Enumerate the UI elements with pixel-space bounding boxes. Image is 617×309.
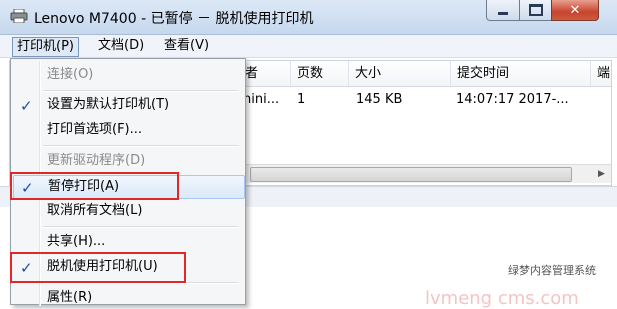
menu-item-label: 连接(O) bbox=[47, 67, 94, 82]
menu-item-label: 设置为默认打印机(T) bbox=[47, 97, 170, 112]
menu-item-connect: 连接(O) bbox=[13, 64, 243, 86]
menu-item-label: 更新驱动程序(D) bbox=[47, 153, 146, 168]
column-pages[interactable]: 页数 bbox=[290, 61, 347, 86]
window-title: Lenovo M7400 - 已暂停 － 脱机使用打印机 bbox=[34, 11, 314, 27]
title-bar[interactable]: Lenovo M7400 - 已暂停 － 脱机使用打印机 ✕ bbox=[0, 0, 617, 35]
maximize-icon bbox=[528, 4, 543, 16]
menu-item-print-preferences[interactable]: 打印首选项(F)... bbox=[13, 119, 243, 141]
highlight-box-offline bbox=[10, 252, 186, 283]
cell-submitted: 14:07:17 2017-... bbox=[456, 92, 569, 107]
cell-pages: 1 bbox=[297, 92, 306, 107]
close-icon: ✕ bbox=[569, 2, 581, 18]
menu-separator bbox=[43, 226, 239, 228]
menu-separator bbox=[43, 145, 239, 147]
column-size[interactable]: 大小 bbox=[348, 61, 447, 86]
menu-item-update-driver: 更新驱动程序(D) bbox=[13, 150, 243, 172]
menu-item-label: 属性(R) bbox=[47, 290, 93, 305]
menu-item-label: 共享(H)... bbox=[47, 234, 106, 249]
column-port[interactable]: 端 bbox=[590, 61, 617, 86]
maximize-button[interactable] bbox=[519, 0, 552, 21]
minimize-icon bbox=[498, 12, 508, 15]
check-icon: ✓ bbox=[20, 97, 33, 115]
menu-item-sharing[interactable]: 共享(H)... bbox=[13, 231, 243, 253]
menu-printer[interactable]: 打印机(P) bbox=[12, 37, 79, 57]
menu-item-label: 取消所有文档(L) bbox=[47, 203, 143, 218]
minimize-button[interactable] bbox=[486, 0, 520, 21]
menu-view[interactable]: 查看(V) bbox=[160, 37, 213, 55]
scroll-thumb[interactable] bbox=[250, 167, 572, 182]
menu-item-cancel-all[interactable]: 取消所有文档(L) bbox=[13, 200, 243, 222]
column-submitted[interactable]: 提交时间 bbox=[450, 61, 587, 86]
printer-queue-window: Lenovo M7400 - 已暂停 － 脱机使用打印机 ✕ 打印机(P) 文档… bbox=[0, 0, 617, 309]
menu-bar: 打印机(P) 文档(D) 查看(V) bbox=[0, 35, 617, 58]
highlight-box-pause bbox=[10, 172, 179, 200]
menu-document[interactable]: 文档(D) bbox=[94, 37, 148, 55]
close-button[interactable]: ✕ bbox=[551, 0, 599, 21]
menu-separator bbox=[43, 90, 239, 92]
scroll-right-icon[interactable]: ▶ bbox=[593, 165, 610, 183]
cell-owner: nini... bbox=[243, 92, 280, 107]
printer-icon bbox=[10, 9, 28, 23]
menu-item-label: 打印首选项(F)... bbox=[47, 122, 143, 137]
watermark-faint: lvmeng cms.com bbox=[425, 288, 579, 309]
menu-item-properties[interactable]: 属性(R) bbox=[13, 287, 243, 309]
cell-size: 145 KB bbox=[356, 92, 403, 107]
watermark: 绿梦内容管理系统 bbox=[508, 264, 596, 277]
menu-item-set-default[interactable]: ✓ 设置为默认打印机(T) bbox=[13, 94, 243, 116]
